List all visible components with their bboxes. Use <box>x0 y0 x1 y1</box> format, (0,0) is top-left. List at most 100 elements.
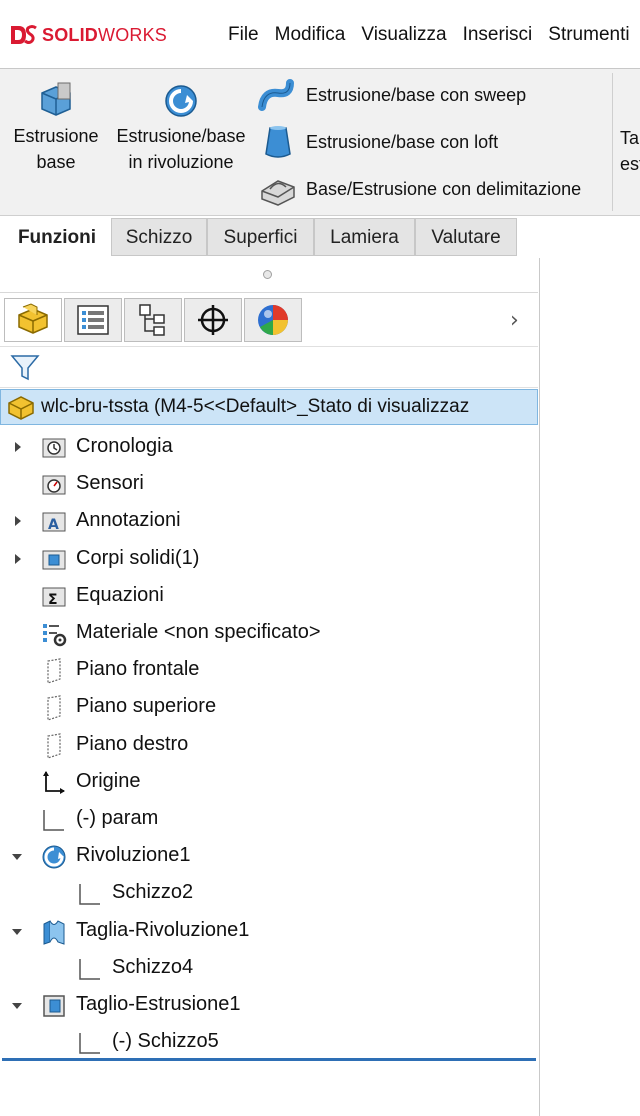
tree-item[interactable]: Sensori <box>0 466 538 503</box>
cut-revolve-icon <box>43 919 65 945</box>
sketch-icon <box>79 958 100 980</box>
tree-item-label: Materiale <non specificato> <box>76 621 321 643</box>
title-bar: SOLIDWORKS File Modifica Visualizza Inse… <box>0 0 640 69</box>
chevron-right-icon[interactable] <box>15 516 21 527</box>
propertymanager-icon <box>77 305 109 335</box>
tree-item[interactable]: Schizzo2 <box>0 875 538 912</box>
revolve-boss-button[interactable]: Estrusione/base in rivoluzione <box>110 81 252 175</box>
solid-bodies-icon <box>42 550 66 570</box>
tree-item[interactable]: Materiale <non specificato> <box>0 615 538 652</box>
tree-item-label: (-) Schizzo5 <box>112 1030 219 1053</box>
rollback-bar[interactable] <box>2 1058 536 1061</box>
tree-item[interactable]: (-) Schizzo5 <box>0 1024 538 1061</box>
loft-boss-label: Estrusione/base con loft <box>306 131 499 152</box>
tree-item-label: Taglio-Estrusione1 <box>76 993 241 1015</box>
boundary-boss-icon <box>261 180 295 206</box>
tree-item-label: Origine <box>76 769 141 792</box>
display-manager-icon <box>258 305 288 335</box>
tree-item-label: Piano frontale <box>76 658 200 681</box>
menu-bar: File Modifica Visualizza Inserisci Strum… <box>228 24 640 46</box>
extrude-boss-icon <box>41 82 71 116</box>
tree-item[interactable]: Rivoluzione1 <box>0 838 538 875</box>
feature-manager-panel: › wlc-bru-tssta (M4-5<<Default>_Stato di… <box>0 258 540 1116</box>
menu-modifica[interactable]: Modifica <box>275 24 346 46</box>
tree-item-label: Cronologia <box>76 435 173 457</box>
extruded-cut-label-2: est <box>620 154 640 174</box>
plane-icon <box>47 732 61 759</box>
extrude-boss-button[interactable]: Estrusione base <box>8 81 104 175</box>
tab-valutare[interactable]: Valutare <box>415 218 517 256</box>
menu-inserisci[interactable]: Inserisci <box>463 24 533 46</box>
panel-splitter-grip[interactable] <box>263 270 272 279</box>
history-icon <box>42 438 66 458</box>
tab-lamiera[interactable]: Lamiera <box>314 218 415 256</box>
tree-item-label: Corpi solidi(1) <box>76 546 200 569</box>
dimxpert-tab[interactable] <box>184 298 242 342</box>
filter-icon[interactable] <box>10 353 40 383</box>
sensors-icon <box>42 475 66 495</box>
display-manager-tab[interactable] <box>244 298 302 342</box>
menu-file[interactable]: File <box>228 24 259 46</box>
svg-text:Σ: Σ <box>48 592 58 608</box>
featuremanager-tab[interactable] <box>4 298 62 342</box>
tree-item-label: (-) param <box>76 807 159 829</box>
extrude-boss-label-2: base <box>36 152 76 172</box>
revolve-boss-label-2: in rivoluzione <box>128 152 234 172</box>
featuremanager-icon <box>18 303 48 334</box>
tree-item[interactable]: Σ Equazioni <box>0 578 538 615</box>
tree-item[interactable]: Taglia-Rivoluzione1 <box>0 913 538 950</box>
boundary-boss-button[interactable]: Base/Estrusione con delimitazione <box>258 169 581 209</box>
loft-boss-button[interactable]: Estrusione/base con loft <box>258 122 498 162</box>
chevron-right-icon[interactable] <box>15 442 21 452</box>
ds-logo-icon <box>11 25 37 44</box>
tree-item[interactable]: Schizzo4 <box>0 950 538 987</box>
tree-item[interactable]: Cronologia <box>0 429 538 466</box>
command-manager: Estrusione base Estrusione/base in rivol… <box>0 69 640 216</box>
tree-item[interactable]: Taglio-Estrusione1 <box>0 987 538 1024</box>
tree-item[interactable]: (-) param <box>0 801 538 838</box>
solidworks-logo[interactable]: SOLIDWORKS <box>8 22 167 48</box>
tree-item[interactable]: A Annotazioni <box>0 503 538 540</box>
tree-filter-bar <box>0 346 538 388</box>
tree-item-label: Rivoluzione1 <box>76 844 191 867</box>
extruded-cut-label-1: Ta <box>620 128 640 148</box>
configurationmanager-tab[interactable] <box>124 298 182 342</box>
cut-extrude-icon <box>43 995 65 1017</box>
tree-item[interactable]: Piano destro <box>0 727 538 764</box>
tree-item[interactable]: Origine <box>0 764 538 801</box>
tab-funzioni[interactable]: Funzioni <box>4 218 110 256</box>
plane-icon <box>47 658 61 685</box>
tree-item[interactable]: Corpi solidi(1) <box>0 541 538 578</box>
plane-icon <box>47 695 61 722</box>
extruded-cut-button-partial[interactable]: Ta est <box>620 125 640 177</box>
tree-item-label: Taglia-Rivoluzione1 <box>76 918 250 941</box>
sweep-boss-label: Estrusione/base con sweep <box>306 84 527 105</box>
tree-item[interactable]: Piano superiore <box>0 689 538 726</box>
annotations-icon: A <box>42 512 66 533</box>
tab-superfici[interactable]: Superfici <box>207 218 314 256</box>
tree-item-label: Schizzo4 <box>112 955 194 978</box>
menu-visualizza[interactable]: Visualizza <box>361 24 446 46</box>
propertymanager-tab[interactable] <box>64 298 122 342</box>
menu-strumenti[interactable]: Strumenti <box>548 24 629 46</box>
tree-root-label: wlc-bru-tssta (M4-5<<Default>_Stato di v… <box>41 396 470 417</box>
tree-root-part[interactable]: wlc-bru-tssta (M4-5<<Default>_Stato di v… <box>0 389 538 425</box>
tab-schizzo[interactable]: Schizzo <box>111 218 207 256</box>
chevron-down-icon[interactable] <box>12 854 22 861</box>
dimxpert-icon <box>198 305 228 335</box>
chevron-down-icon[interactable] <box>12 928 22 935</box>
part-icon <box>8 396 34 420</box>
tree-item-label: Piano superiore <box>76 695 217 718</box>
command-separator <box>612 73 613 211</box>
chevron-down-icon[interactable] <box>12 1003 22 1009</box>
tree-item-label: Schizzo2 <box>112 881 194 904</box>
tree-item-label: Sensori <box>76 472 144 495</box>
revolve-feature-icon <box>42 845 66 869</box>
revolve-boss-icon <box>165 85 197 117</box>
chevron-right-icon[interactable]: › <box>510 308 519 333</box>
sweep-boss-button[interactable]: Estrusione/base con sweep <box>258 75 526 115</box>
tree-item[interactable]: Piano frontale <box>0 652 538 689</box>
loft-boss-icon <box>265 126 291 158</box>
logo-text: SOLIDWORKS <box>42 24 168 45</box>
chevron-right-icon[interactable] <box>15 553 21 564</box>
